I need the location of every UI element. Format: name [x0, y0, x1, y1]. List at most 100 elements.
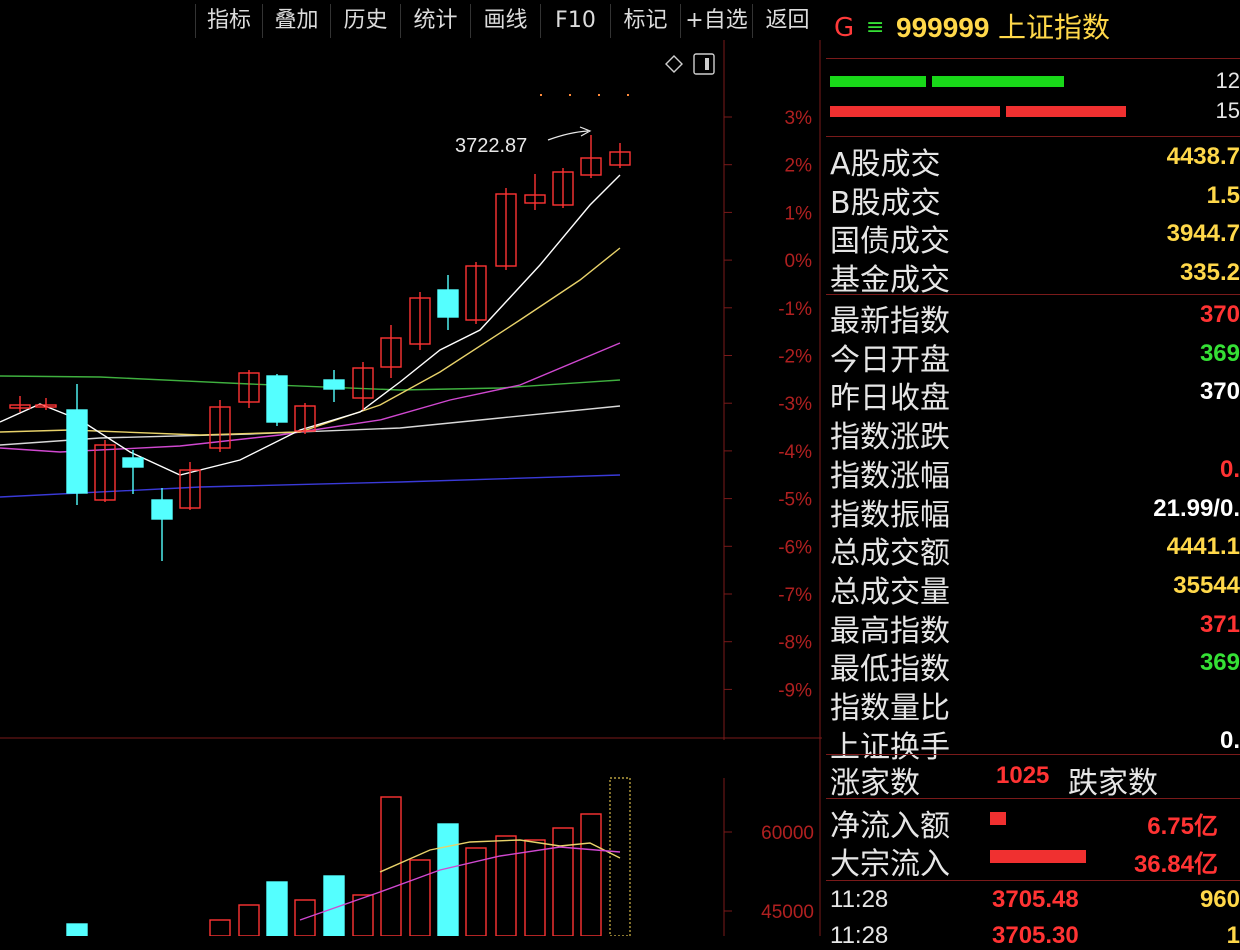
- volume-ma10-line: [299, 846, 621, 921]
- index-row-label: 总成交量: [830, 574, 950, 610]
- marker-dot: [569, 94, 571, 96]
- index-row-label: 指数涨幅: [830, 458, 950, 494]
- toolbar-history-button[interactable]: 历史: [331, 4, 400, 38]
- diamond-icon[interactable]: [665, 55, 683, 73]
- pct-tick-label: -1%: [778, 299, 812, 320]
- panel-toggle-icon-bar: [705, 58, 709, 70]
- index-row-label: 昨日收盘: [830, 381, 950, 417]
- volume-bar: [352, 894, 374, 936]
- bar-count-down: 15: [1215, 98, 1240, 123]
- up-count-bar-2: [932, 76, 1064, 87]
- title-divider: [826, 58, 1240, 59]
- breadth-divider: [826, 798, 1240, 799]
- volume-bar: [409, 859, 431, 936]
- tick-price: 3705.48: [992, 886, 1079, 913]
- toolbar-overlay-button[interactable]: 叠加: [263, 4, 330, 38]
- down-count-bar-1: [830, 106, 1000, 117]
- up-count-bar-1: [830, 76, 926, 87]
- stock-name: 上证指数: [998, 11, 1111, 44]
- volume-bar: [437, 823, 459, 936]
- tick-time: 11:28: [830, 922, 889, 949]
- marker-dot: [627, 94, 629, 96]
- index-row-value: 370: [1199, 378, 1240, 406]
- candle-body: [122, 457, 144, 468]
- candle-body: [151, 499, 173, 520]
- tick-volume: 960: [1199, 886, 1240, 913]
- trade-row-value: 3944.7: [1166, 220, 1240, 247]
- index-row-value: 369: [1199, 339, 1240, 367]
- up-count-value: 1025: [996, 762, 1050, 789]
- block-inflow-bar: [990, 850, 1086, 863]
- index-row-label: 指数量比: [830, 691, 950, 726]
- candle-body: [323, 379, 345, 390]
- volume-bar: [209, 919, 231, 936]
- flow-divider: [826, 880, 1240, 881]
- menu-icon[interactable]: ≡: [866, 6, 884, 50]
- kline-chart[interactable]: 3% 2% 1% 0% -1% -2% -3% -4% -5% -6% -7% -8% -9% 60000…: [0, 40, 822, 936]
- index-row-value: 0.: [1219, 455, 1240, 483]
- index-row-label: 今日开盘: [830, 342, 950, 378]
- index-row-value: 21.99/0.: [1153, 494, 1240, 522]
- trade-row-value: 4438.7: [1166, 143, 1240, 170]
- toolbar-mark-button[interactable]: 标记: [611, 4, 680, 38]
- tick-volume: 1: [1226, 922, 1240, 949]
- volume-bar: [238, 904, 260, 936]
- toolbar-back-button[interactable]: 返回: [753, 4, 822, 38]
- index-row-value: 369: [1199, 649, 1240, 677]
- toolbar-statistics-button[interactable]: 统计: [401, 4, 470, 38]
- index-row-label: 总成交额: [830, 536, 950, 572]
- trade-row-label: 基金成交: [830, 262, 950, 298]
- toolbar-indicator-button[interactable]: 指标: [196, 4, 262, 38]
- index-divider: [826, 754, 1240, 755]
- index-row-value: 370: [1199, 301, 1240, 328]
- toolbar: 指标 叠加 历史 统计 画线 F10 标记 +自选 返回: [0, 0, 822, 40]
- index-row-label: 指数振幅: [830, 497, 950, 533]
- flow-row-value: 6.75亿: [1147, 813, 1218, 840]
- index-row-label: 最新指数: [830, 304, 950, 339]
- trade-divider: [826, 294, 1240, 295]
- volume-bar: [580, 813, 602, 936]
- high-annotation: 3722.87: [455, 135, 527, 157]
- panel-toggle-icon[interactable]: [693, 53, 715, 75]
- pct-tick-label: -9%: [778, 680, 812, 701]
- down-count-label: 跌家数: [1068, 766, 1158, 801]
- trade-row-label: A股成交: [830, 147, 941, 182]
- flow-row-label: 大宗流入: [830, 847, 950, 882]
- tick-time: 11:28: [830, 886, 889, 913]
- pct-tick-label: 1%: [785, 203, 813, 224]
- net-inflow-bar: [990, 812, 1006, 825]
- volume-tick-label: 45000: [761, 902, 814, 923]
- pct-tick-label: -2%: [778, 347, 812, 368]
- down-count-bar-2: [1006, 106, 1126, 117]
- quote-panel: G ≡ 999999 上证指数 12 15 A股成交 4438.7 B股成交 1.5 国债成交 394…: [826, 0, 1240, 949]
- volume-tick-label: 60000: [761, 823, 814, 844]
- stock-code: 999999: [896, 12, 990, 43]
- pct-tick-label: -7%: [778, 585, 812, 606]
- toolbar-draw-line-button[interactable]: 画线: [471, 4, 540, 38]
- ma120-line: [0, 474, 621, 498]
- volume-bar: [552, 827, 574, 936]
- pct-tick-label: 2%: [785, 156, 813, 177]
- index-row-label: 最高指数: [830, 613, 950, 649]
- pct-tick-label: 3%: [785, 108, 813, 129]
- ma10-line: [0, 247, 621, 436]
- pct-tick-label: -5%: [778, 490, 812, 511]
- index-row-value: 371: [1199, 610, 1240, 638]
- toolbar-f10-button[interactable]: F10: [541, 4, 610, 38]
- pct-tick-label: 0%: [785, 251, 813, 272]
- candle-body: [437, 289, 459, 318]
- ma60-line: [0, 405, 621, 446]
- marker-dot: [598, 94, 600, 96]
- tick-price: 3705.30: [992, 922, 1079, 949]
- index-row-value: 0.: [1219, 726, 1240, 754]
- bar-count-up: 12: [1215, 68, 1240, 93]
- pct-tick-label: -3%: [778, 394, 812, 415]
- ma30-line: [0, 375, 621, 391]
- trade-row-value: 1.5: [1206, 181, 1240, 209]
- trade-row-value: 335.2: [1179, 258, 1240, 286]
- index-row-label: 指数涨跌: [830, 420, 950, 456]
- candle-body: [66, 409, 88, 494]
- flow-row-value: 36.84亿: [1133, 851, 1218, 878]
- index-row-value: 35544: [1173, 571, 1240, 599]
- toolbar-add-watchlist-button[interactable]: +自选: [681, 4, 752, 38]
